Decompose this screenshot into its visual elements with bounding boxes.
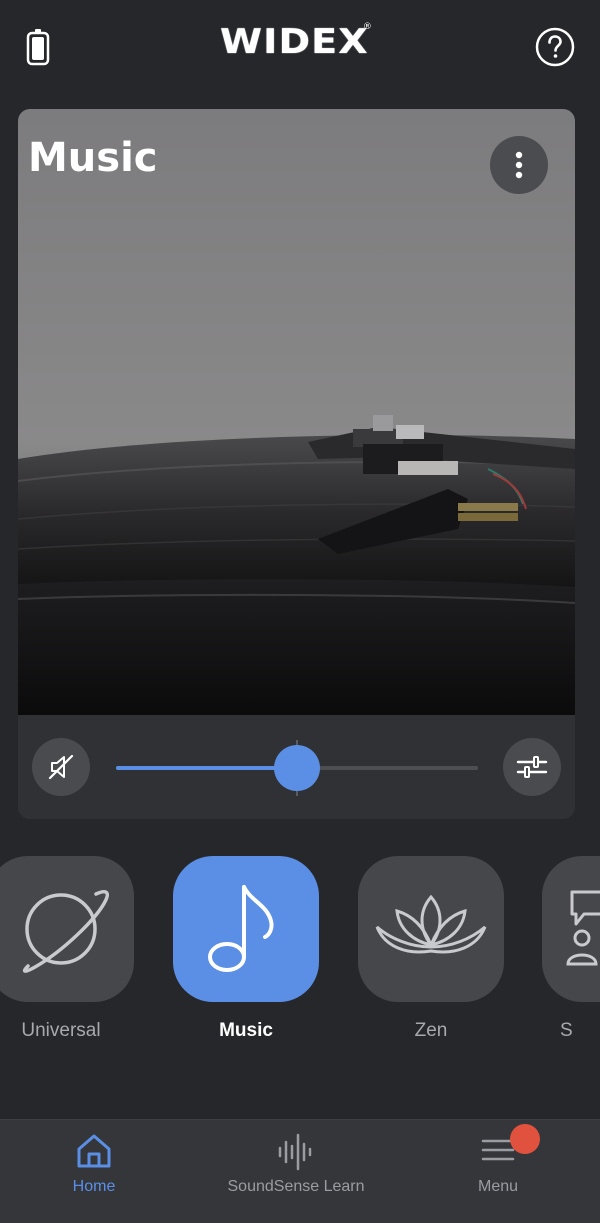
help-icon[interactable] [534, 26, 576, 68]
speech-person-icon [566, 890, 600, 966]
app-screen: WIDEX® Music Universal Music Zen S Home … [0, 0, 600, 1223]
program-speech[interactable]: S [542, 856, 600, 1042]
program-label: S [560, 1020, 573, 1041]
program-tile[interactable] [542, 856, 600, 1002]
program-title: Music [28, 135, 158, 181]
nav-soundsense[interactable]: SoundSense Learn [206, 1120, 386, 1223]
program-list: Universal Music Zen S [0, 856, 600, 1056]
program-music[interactable]: Music [173, 856, 319, 1042]
volume-slider[interactable] [116, 740, 478, 796]
soundwave-icon [278, 1133, 312, 1171]
slider-fill [116, 766, 297, 770]
program-tile[interactable] [358, 856, 504, 1002]
program-label-active: Music [219, 1020, 273, 1041]
nav-label-home: Home [72, 1178, 116, 1195]
sound-adjust-button[interactable] [503, 738, 561, 796]
program-zen[interactable]: Zen [358, 856, 504, 1042]
music-note-icon [208, 885, 274, 972]
turntable-image [18, 109, 575, 715]
slider-thumb[interactable] [274, 745, 320, 791]
brand-wordmark: WIDEX [220, 22, 369, 62]
header: WIDEX® [0, 0, 600, 95]
more-vertical-icon [515, 151, 523, 179]
lotus-icon [375, 894, 487, 954]
nav-label-menu: Menu [477, 1178, 519, 1195]
program-card [18, 109, 575, 819]
home-icon [77, 1134, 111, 1168]
program-tile[interactable] [0, 856, 134, 1002]
mute-icon [48, 754, 74, 780]
nav-menu[interactable]: Menu [438, 1120, 558, 1223]
program-tile-active[interactable] [173, 856, 319, 1002]
program-label: Zen [414, 1020, 448, 1041]
notification-badge [510, 1124, 540, 1154]
brand-logo: WIDEX® [0, 22, 600, 62]
sliders-icon [516, 756, 548, 778]
program-label: Universal [21, 1020, 101, 1041]
program-universal[interactable]: Universal [0, 856, 134, 1042]
more-options-button[interactable] [490, 136, 548, 194]
planet-icon [22, 890, 109, 973]
nav-label-soundsense: SoundSense Learn [227, 1178, 365, 1195]
nav-home[interactable]: Home [34, 1120, 154, 1223]
mute-button[interactable] [32, 738, 90, 796]
